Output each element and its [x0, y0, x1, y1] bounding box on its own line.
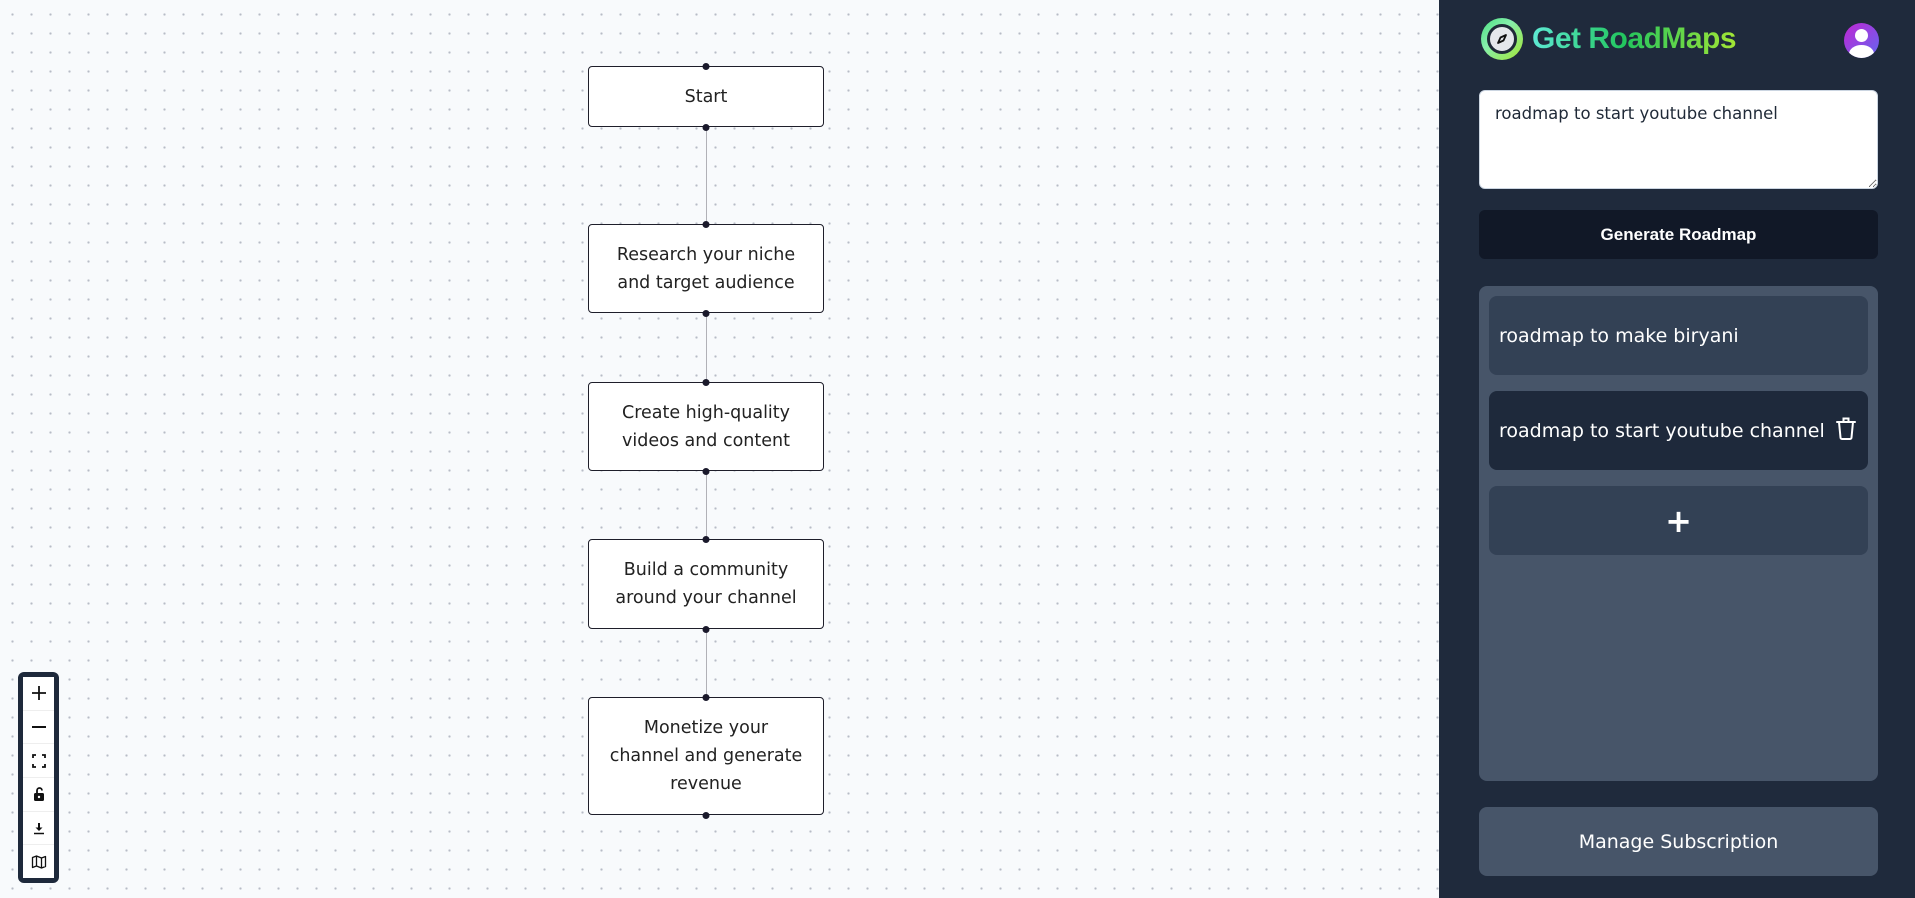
- plus-icon: +: [1665, 501, 1692, 540]
- trash-icon: [1836, 417, 1856, 440]
- roadmap-prompt-input[interactable]: [1479, 90, 1878, 189]
- brand-title: Get RoadMaps: [1532, 22, 1737, 55]
- minus-icon: [31, 726, 46, 728]
- node-handle-top[interactable]: [702, 535, 710, 543]
- user-avatar[interactable]: [1844, 23, 1879, 58]
- download-button[interactable]: [23, 812, 54, 846]
- flow-node-start[interactable]: Start: [588, 62, 824, 131]
- history-item-label: roadmap to start youtube channel: [1499, 419, 1825, 442]
- flow-node-create[interactable]: Create high-quality videos and content: [588, 378, 824, 475]
- compass-icon: [1481, 18, 1523, 60]
- canvas-controls: [18, 672, 59, 883]
- node-handle-top[interactable]: [702, 220, 710, 228]
- brand[interactable]: Get RoadMaps: [1481, 18, 1737, 60]
- node-handle-top[interactable]: [702, 378, 710, 386]
- node-label: Research your niche and target audience: [616, 244, 796, 293]
- flow-node-research[interactable]: Research your niche and target audience: [588, 220, 824, 317]
- download-icon: [33, 823, 44, 835]
- sidebar: Get RoadMaps Generate Roadmap roadmap to…: [1439, 0, 1915, 898]
- node-handle-top[interactable]: [702, 62, 710, 70]
- node-label: Monetize your channel and generate reven…: [609, 718, 803, 794]
- roadmap-history-list: roadmap to make biryani roadmap to start…: [1479, 286, 1878, 781]
- minimap-button[interactable]: [23, 845, 54, 878]
- edge-research-create: [706, 313, 707, 382]
- node-handle-bottom[interactable]: [702, 123, 710, 131]
- unlock-icon: [33, 787, 44, 802]
- edge-create-build: [706, 471, 707, 539]
- add-roadmap-button[interactable]: +: [1489, 486, 1868, 555]
- map-icon: [31, 855, 46, 869]
- node-handle-top[interactable]: [702, 693, 710, 701]
- history-item-label: roadmap to make biryani: [1499, 324, 1739, 347]
- flow-node-build[interactable]: Build a community around your channel: [588, 535, 824, 633]
- history-item-active[interactable]: roadmap to start youtube channel: [1489, 391, 1868, 470]
- generate-roadmap-button[interactable]: Generate Roadmap: [1479, 210, 1878, 259]
- node-label: Start: [684, 86, 728, 107]
- node-handle-bottom[interactable]: [702, 309, 710, 317]
- flow-canvas[interactable]: Start Research your niche and target aud…: [0, 0, 1439, 898]
- delete-roadmap-button[interactable]: [1834, 415, 1858, 446]
- flow-node-monetize[interactable]: Monetize your channel and generate reven…: [588, 693, 824, 819]
- node-label: Create high-quality videos and content: [621, 402, 791, 451]
- node-handle-bottom[interactable]: [702, 811, 710, 819]
- edge-start-research: [706, 127, 707, 224]
- node-handle-bottom[interactable]: [702, 467, 710, 475]
- node-handle-bottom[interactable]: [702, 625, 710, 633]
- zoom-out-button[interactable]: [23, 711, 54, 745]
- zoom-in-button[interactable]: [23, 677, 54, 711]
- manage-subscription-button[interactable]: Manage Subscription: [1479, 807, 1878, 876]
- plus-icon: [31, 686, 46, 701]
- node-label: Build a community around your channel: [615, 560, 797, 608]
- fit-view-button[interactable]: [23, 744, 54, 779]
- history-item[interactable]: roadmap to make biryani: [1489, 296, 1868, 375]
- edge-build-monetize: [706, 629, 707, 697]
- fit-view-icon: [31, 753, 46, 768]
- toggle-lock-button[interactable]: [23, 778, 54, 812]
